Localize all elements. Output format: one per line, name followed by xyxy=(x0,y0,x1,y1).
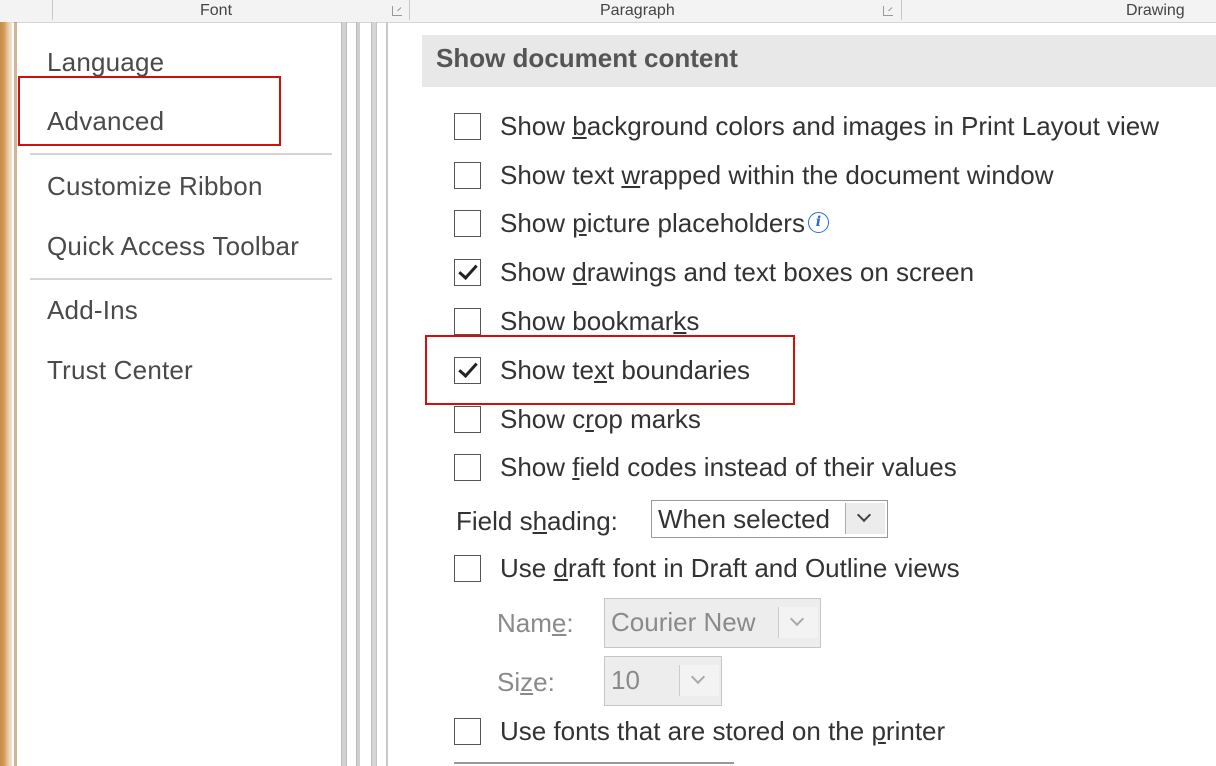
draft-name-value: Courier New xyxy=(611,607,756,637)
draft-size-label: Size: xyxy=(497,667,555,697)
draft-name-label: Name: xyxy=(497,608,574,638)
ribbon-separator xyxy=(901,0,902,20)
pane-divider xyxy=(341,22,347,766)
option-label: Show background colors and images in Pri… xyxy=(500,111,1160,141)
nav-item-quick-access-toolbar[interactable]: Quick Access Toolbar xyxy=(47,231,299,262)
ribbon-separator xyxy=(52,0,53,20)
option-label: Show text wrapped within the document wi… xyxy=(500,160,1054,190)
nav-item-trust-center[interactable]: Trust Center xyxy=(47,355,193,386)
nav-separator xyxy=(30,278,332,280)
checkbox[interactable] xyxy=(454,454,481,481)
nav-item-customize-ribbon[interactable]: Customize Ribbon xyxy=(47,171,263,202)
font-dialog-launcher-icon[interactable] xyxy=(392,6,402,16)
nav-separator xyxy=(30,153,332,155)
ribbon-group-font: Font xyxy=(200,2,233,19)
nav-item-add-ins[interactable]: Add-Ins xyxy=(47,295,138,326)
checkbox[interactable] xyxy=(454,113,481,140)
field-shading-value: When selected xyxy=(658,504,830,534)
chevron-down-icon[interactable] xyxy=(679,665,719,696)
chevron-down-icon[interactable] xyxy=(778,607,818,638)
chevron-down-icon[interactable] xyxy=(845,503,885,534)
pane-divider xyxy=(386,22,388,766)
draft-size-value: 10 xyxy=(611,665,640,695)
text-boundaries-highlight-box xyxy=(425,335,795,405)
checkbox[interactable] xyxy=(454,406,481,433)
option-label: Show field codes instead of their values xyxy=(500,452,957,482)
ribbon-group-drawing: Drawing xyxy=(1126,2,1185,19)
checkbox[interactable] xyxy=(454,162,481,189)
paragraph-dialog-launcher-icon[interactable] xyxy=(883,6,893,16)
option-label: Use fonts that are stored on the printer xyxy=(500,716,946,746)
pane-divider xyxy=(356,22,360,766)
section-title: Show document content xyxy=(436,43,738,73)
option-label: Show drawings and text boxes on screen xyxy=(500,257,975,287)
option-label: Show picture placeholders i xyxy=(500,208,829,239)
option-label: Show bookmarks xyxy=(500,306,700,336)
nav-item-language[interactable]: Language xyxy=(47,47,164,78)
advanced-highlight-box xyxy=(18,76,281,146)
pane-divider xyxy=(371,22,377,766)
window-left-edge xyxy=(0,22,12,766)
section-header: Show document content xyxy=(422,35,1216,87)
checkbox[interactable] xyxy=(454,555,481,582)
info-icon[interactable]: i xyxy=(807,212,829,233)
window-left-border xyxy=(14,22,17,766)
checkbox[interactable] xyxy=(454,718,481,745)
ribbon-separator xyxy=(409,0,410,20)
checkbox[interactable] xyxy=(454,308,481,335)
field-shading-dropdown[interactable]: When selected xyxy=(651,500,888,538)
checkbox-checked[interactable] xyxy=(454,259,481,286)
field-shading-label: Field shading: xyxy=(456,506,618,536)
option-label: Show crop marks xyxy=(500,404,701,434)
ribbon-group-bar: Font Paragraph Drawing xyxy=(0,0,1216,23)
next-section-edge xyxy=(454,762,734,764)
checkbox[interactable] xyxy=(454,210,481,237)
ribbon-group-paragraph: Paragraph xyxy=(600,2,675,19)
draft-name-dropdown[interactable]: Courier New xyxy=(604,598,821,648)
option-label: Use draft font in Draft and Outline view… xyxy=(500,553,960,583)
draft-size-dropdown[interactable]: 10 xyxy=(604,656,722,706)
